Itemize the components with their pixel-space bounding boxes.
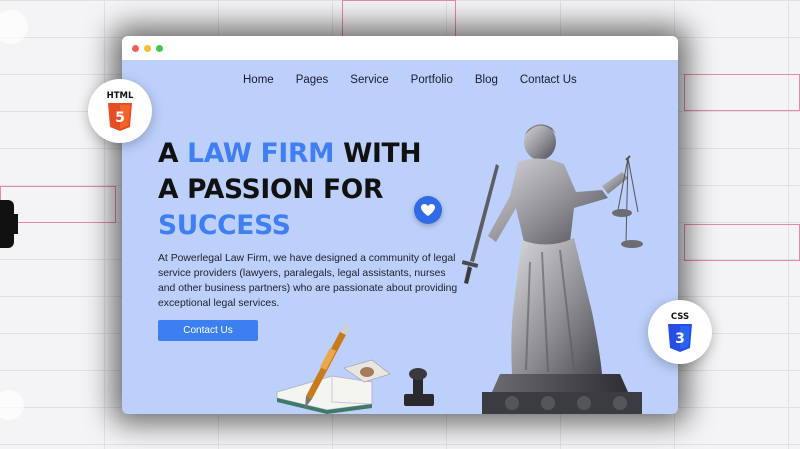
stamp-icon (404, 368, 434, 406)
hero-title-text: WITH (334, 138, 422, 169)
heart-icon[interactable] (414, 196, 442, 224)
nav-item-contact-us[interactable]: Contact Us (520, 74, 577, 86)
desk-illustration (276, 324, 434, 414)
svg-text:5: 5 (115, 110, 125, 126)
background-shape (0, 200, 18, 248)
background-highlight-cell (684, 74, 800, 111)
hero-title-text: A (158, 138, 188, 169)
minimize-dot-icon[interactable] (144, 44, 151, 52)
hero-title-accent: SUCCESS (158, 210, 291, 241)
hero-title-line1: A LAW FIRM WITH (158, 138, 422, 169)
nav-item-portfolio[interactable]: Portfolio (411, 74, 453, 86)
main-nav: Home Pages Service Portfolio Blog Contac… (122, 74, 678, 86)
nav-item-pages[interactable]: Pages (296, 74, 329, 86)
html-badge: HTML 5 (88, 79, 152, 143)
hero-title: A LAW FIRM WITH A PASSION FOR SUCCESS (158, 136, 422, 244)
browser-window: Home Pages Service Portfolio Blog Contac… (122, 36, 678, 414)
css-badge: CSS 3 (648, 300, 712, 364)
css-badge-label: CSS (670, 312, 690, 322)
nav-item-service[interactable]: Service (350, 74, 388, 86)
close-dot-icon[interactable] (132, 44, 139, 52)
svg-text:3: 3 (675, 331, 685, 347)
nav-item-blog[interactable]: Blog (475, 74, 498, 86)
background-highlight-cell (342, 0, 456, 37)
nav-item-home[interactable]: Home (243, 74, 274, 86)
html5-icon: 5 (108, 103, 132, 131)
hero-title-accent: LAW FIRM (187, 138, 335, 169)
css3-icon: 3 (668, 324, 692, 352)
hero-title-line2: A PASSION FOR (158, 174, 384, 205)
justice-statue-image (461, 124, 643, 414)
hero-description: At Powerlegal Law Firm, we have designed… (158, 253, 458, 309)
html-badge-label: HTML (106, 91, 134, 101)
window-titlebar (122, 36, 678, 60)
background-highlight-cell (684, 224, 800, 261)
maximize-dot-icon[interactable] (156, 44, 163, 52)
contact-us-button[interactable]: Contact Us (158, 320, 258, 341)
